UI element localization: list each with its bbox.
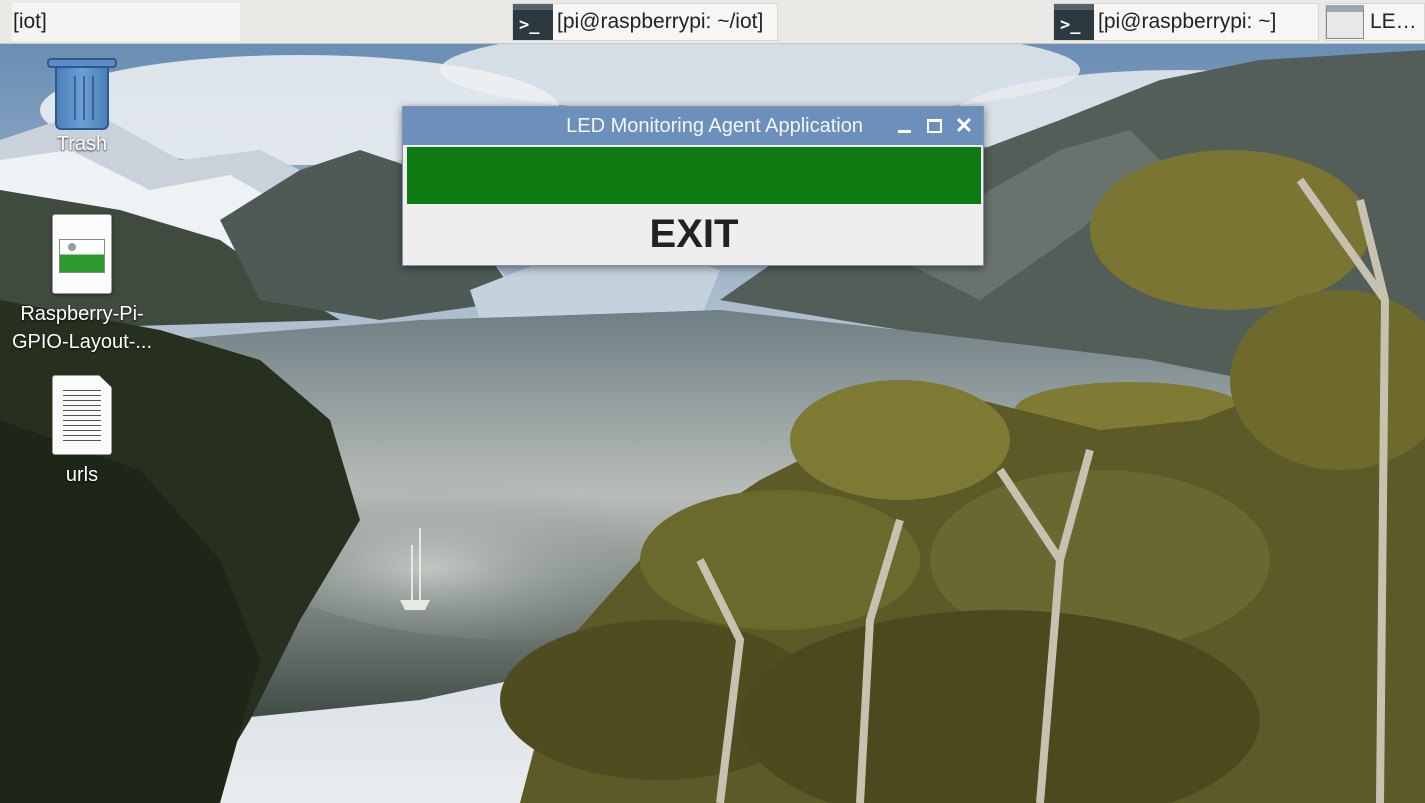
maximize-button[interactable] [921, 113, 947, 139]
desktop-icon-urls[interactable]: urls [0, 375, 164, 489]
led-status-indicator [407, 147, 981, 204]
window-icon [1326, 5, 1364, 39]
text-file-icon [52, 375, 112, 455]
trash-icon [47, 58, 117, 130]
desktop-icon-label: Raspberry-Pi-GPIO-Layout-... [11, 303, 153, 353]
minimize-button[interactable] [891, 113, 917, 139]
maximize-icon [926, 119, 942, 133]
desktop-screen: [iot] >_ [pi@raspberrypi: ~/iot] >_ [pi@… [0, 0, 1425, 803]
led-monitor-window: LED Monitoring Agent Application ✕ EXIT [402, 106, 984, 266]
taskbar-item-led-app[interactable]: LE… M [1325, 3, 1425, 41]
desktop-icon-trash[interactable]: Trash [0, 58, 164, 158]
window-title: LED Monitoring Agent Application [566, 114, 863, 137]
taskbar: [iot] >_ [pi@raspberrypi: ~/iot] >_ [pi@… [0, 0, 1425, 44]
terminal-icon: >_ [1054, 4, 1094, 40]
terminal-icon: >_ [513, 4, 553, 40]
window-titlebar[interactable]: LED Monitoring Agent Application ✕ [403, 107, 983, 145]
taskbar-item-iot[interactable]: [iot] [12, 3, 240, 41]
taskbar-item-label: [iot] [13, 10, 47, 33]
taskbar-item-terminal-home[interactable]: >_ [pi@raspberrypi: ~] [1053, 3, 1319, 41]
image-file-icon [52, 214, 112, 294]
taskbar-item-label: [pi@raspberrypi: ~/iot] [557, 10, 764, 33]
close-icon: ✕ [954, 113, 974, 138]
exit-button[interactable]: EXIT [407, 206, 981, 262]
taskbar-item-terminal-iot[interactable]: >_ [pi@raspberrypi: ~/iot] [512, 3, 778, 41]
taskbar-item-label: [pi@raspberrypi: ~] [1098, 10, 1277, 33]
desktop-icon-label: urls [65, 464, 99, 486]
desktop-icon-label: Trash [56, 133, 108, 155]
desktop-icon-gpio-image[interactable]: Raspberry-Pi-GPIO-Layout-... [0, 214, 164, 356]
close-button[interactable]: ✕ [951, 113, 977, 139]
taskbar-item-label: LE… M [1370, 10, 1424, 33]
minimize-icon [897, 129, 911, 133]
